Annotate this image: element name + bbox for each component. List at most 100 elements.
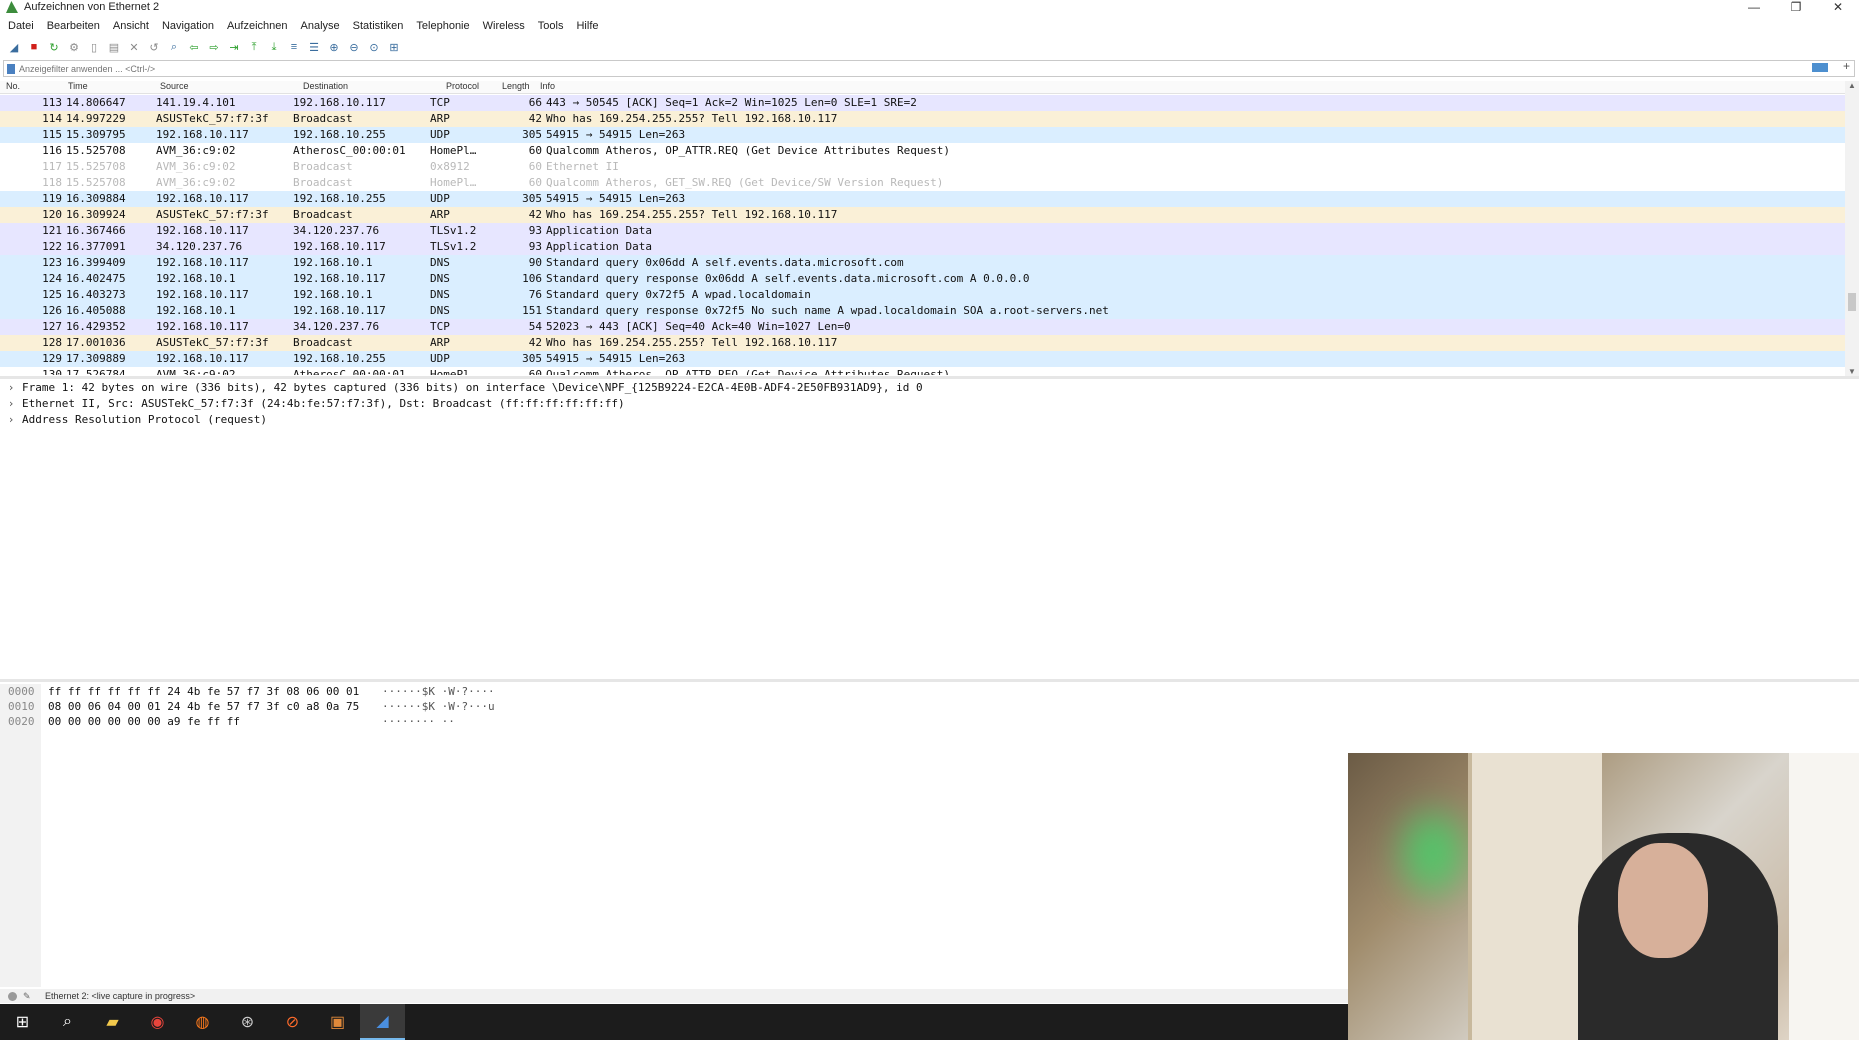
packet-row[interactable]: 114 14.997229 ASUSTekC_57:f7:3f Broadcast AR… — [0, 111, 1845, 127]
scroll-up-icon[interactable]: ▲ — [1848, 81, 1856, 90]
colorize-icon[interactable]: ☰ — [306, 39, 322, 55]
file-explorer-icon[interactable]: ▰ — [90, 1004, 135, 1040]
scroll-down-icon[interactable]: ▼ — [1848, 367, 1856, 376]
packet-list-scrollbar[interactable]: ▲ ▼ — [1845, 81, 1859, 376]
column-protocol[interactable]: Protocol — [440, 81, 496, 93]
packet-row[interactable]: 126 16.405088 192.168.10.1 192.168.10.117 DN… — [0, 303, 1845, 319]
packet-row[interactable]: 115 15.309795 192.168.10.117 192.168.10.255… — [0, 127, 1845, 143]
bytes-row[interactable]: 0020 00 00 00 00 00 00 a9 fe ff ff ·····… — [0, 714, 1348, 729]
apply-filter-button[interactable] — [1812, 63, 1828, 72]
add-filter-button[interactable]: + — [1843, 59, 1850, 73]
app-orange-icon[interactable]: ⊘ — [270, 1004, 315, 1040]
go-to-packet-icon[interactable]: ⇥ — [226, 39, 242, 55]
close-file-icon[interactable]: ✕ — [126, 39, 142, 55]
app-box-icon[interactable]: ▣ — [315, 1004, 360, 1040]
bytes-row[interactable]: 0000 ff ff ff ff ff ff 24 4b fe 57 f7 3f… — [0, 684, 1348, 699]
resize-columns-icon[interactable]: ⊞ — [386, 39, 402, 55]
packet-row[interactable]: 117 15.525708 AVM_36:c9:02 Broadcast 0x8912 6… — [0, 159, 1845, 175]
packet-row[interactable]: 116 15.525708 AVM_36:c9:02 AtherosC_00:00:0… — [0, 143, 1845, 159]
scrollbar-thumb[interactable] — [1848, 293, 1856, 311]
expand-chevron-icon[interactable]: › — [0, 396, 22, 412]
column-source[interactable]: Source — [154, 81, 297, 93]
packet-list[interactable]: 113 14.806647 141.19.4.101 192.168.10.117 TC… — [0, 95, 1845, 375]
steam-icon[interactable]: ⊛ — [225, 1004, 270, 1040]
menu-hilfe[interactable]: Hilfe — [576, 20, 598, 32]
packet-row[interactable]: 122 16.377091 34.120.237.76 192.168.10.117 T… — [0, 239, 1845, 255]
detail-frame[interactable]: › Frame 1: 42 bytes on wire (336 bits), … — [0, 380, 1859, 396]
windows-start-icon[interactable]: ⊞ — [0, 1004, 45, 1040]
menu-ansicht[interactable]: Ansicht — [113, 20, 149, 32]
reload-file-icon[interactable]: ↺ — [146, 39, 162, 55]
expand-chevron-icon[interactable]: › — [0, 380, 22, 396]
close-button[interactable]: ✕ — [1817, 0, 1859, 14]
normal-size-icon[interactable]: ⊙ — [366, 39, 382, 55]
firefox-icon[interactable]: ◍ — [180, 1004, 225, 1040]
menu-analyse[interactable]: Analyse — [301, 20, 340, 32]
bytes-hex[interactable]: 00 00 00 00 00 00 a9 fe ff ff — [48, 714, 240, 729]
detail-ethernet[interactable]: › Ethernet II, Src: ASUSTekC_57:f7:3f (2… — [0, 396, 1859, 412]
packet-row[interactable]: 113 14.806647 141.19.4.101 192.168.10.117 TC… — [0, 95, 1845, 111]
column-length[interactable]: Length — [496, 81, 534, 93]
packet-no: 116 — [42, 144, 62, 157]
menu-datei[interactable]: Datei — [8, 20, 34, 32]
bookmark-icon[interactable] — [7, 63, 15, 74]
column-destination[interactable]: Destination — [297, 81, 440, 93]
wireshark-taskbar-icon[interactable]: ◢ — [360, 1004, 405, 1040]
packet-row[interactable]: 118 15.525708 AVM_36:c9:02 Broadcast HomePl…… — [0, 175, 1845, 191]
expand-chevron-icon[interactable]: › — [0, 412, 22, 428]
detail-arp[interactable]: › Address Resolution Protocol (request) — [0, 412, 1859, 428]
display-filter-input[interactable] — [19, 63, 1719, 74]
shark-fin-start-icon[interactable]: ◢ — [6, 39, 22, 55]
column-time[interactable]: Time — [62, 81, 154, 93]
packet-row[interactable]: 121 16.367466 192.168.10.117 34.120.237.76 T… — [0, 223, 1845, 239]
go-forward-icon[interactable]: ⇨ — [206, 39, 222, 55]
packet-row[interactable]: 127 16.429352 192.168.10.117 34.120.237.76 T… — [0, 319, 1845, 335]
open-file-icon[interactable]: ▯ — [86, 39, 102, 55]
column-no[interactable]: No. — [0, 81, 62, 93]
save-file-icon[interactable]: ▤ — [106, 39, 122, 55]
bytes-hex[interactable]: 08 00 06 04 00 01 24 4b fe 57 f7 3f c0 a… — [48, 699, 359, 714]
packet-row[interactable]: 130 17.526784 AVM_36:c9:02 AtherosC_00:00:0… — [0, 367, 1845, 375]
menu-telephonie[interactable]: Telephonie — [416, 20, 469, 32]
search-icon[interactable]: ⌕ — [45, 1004, 90, 1040]
menu-tools[interactable]: Tools — [538, 20, 564, 32]
menu-bearbeiten[interactable]: Bearbeiten — [47, 20, 100, 32]
bytes-ascii[interactable]: ········ ·· — [382, 714, 455, 729]
pane-splitter[interactable] — [0, 679, 1859, 682]
maximize-button[interactable]: ❐ — [1775, 0, 1817, 14]
minimize-button[interactable]: — — [1733, 0, 1775, 14]
packet-row[interactable]: 124 16.402475 192.168.10.1 192.168.10.117 DN… — [0, 271, 1845, 287]
menu-navigation[interactable]: Navigation — [162, 20, 214, 32]
packet-row[interactable]: 128 17.001036 ASUSTekC_57:f7:3f Broadcast AR… — [0, 335, 1845, 351]
bytes-ascii[interactable]: ······$K ·W·?···u — [382, 699, 495, 714]
find-packet-icon[interactable]: ⌕ — [166, 39, 182, 55]
capture-options-icon[interactable]: ⚙ — [66, 39, 82, 55]
bytes-row[interactable]: 0010 08 00 06 04 00 01 24 4b fe 57 f7 3f… — [0, 699, 1348, 714]
last-packet-icon[interactable]: ⤓ — [266, 39, 282, 55]
pane-splitter[interactable] — [0, 376, 1859, 379]
packet-row[interactable]: 120 16.309924 ASUSTekC_57:f7:3f Broadcast AR… — [0, 207, 1845, 223]
bytes-hex[interactable]: ff ff ff ff ff ff 24 4b fe 57 f7 3f 08 0… — [48, 684, 359, 699]
edit-comment-icon[interactable]: ✎ — [23, 991, 33, 1002]
menu-wireless[interactable]: Wireless — [483, 20, 525, 32]
bytes-offset: 0020 — [8, 715, 35, 728]
auto-scroll-icon[interactable]: ≡ — [286, 39, 302, 55]
restart-capture-icon[interactable]: ↻ — [46, 39, 62, 55]
packet-protocol: HomePl… — [430, 176, 477, 189]
zoom-in-icon[interactable]: ⊕ — [326, 39, 342, 55]
menu-aufzeichnen[interactable]: Aufzeichnen — [227, 20, 288, 32]
packet-row[interactable]: 123 16.399409 192.168.10.117 192.168.10.1 DN… — [0, 255, 1845, 271]
packet-row[interactable]: 119 16.309884 192.168.10.117 192.168.10.255… — [0, 191, 1845, 207]
stop-capture-icon[interactable]: ■ — [26, 39, 42, 55]
chrome-icon[interactable]: ◉ — [135, 1004, 180, 1040]
bytes-ascii[interactable]: ······$K ·W·?···· — [382, 684, 495, 699]
packet-row[interactable]: 125 16.403273 192.168.10.117 192.168.10.1 DN… — [0, 287, 1845, 303]
go-back-icon[interactable]: ⇦ — [186, 39, 202, 55]
zoom-out-icon[interactable]: ⊖ — [346, 39, 362, 55]
column-info[interactable]: Info — [534, 81, 740, 93]
packet-no: 118 — [42, 176, 62, 189]
capture-status-icon[interactable] — [8, 991, 17, 1001]
packet-row[interactable]: 129 17.309889 192.168.10.117 192.168.10.255… — [0, 351, 1845, 367]
menu-statistiken[interactable]: Statistiken — [353, 20, 404, 32]
first-packet-icon[interactable]: ⤒ — [246, 39, 262, 55]
